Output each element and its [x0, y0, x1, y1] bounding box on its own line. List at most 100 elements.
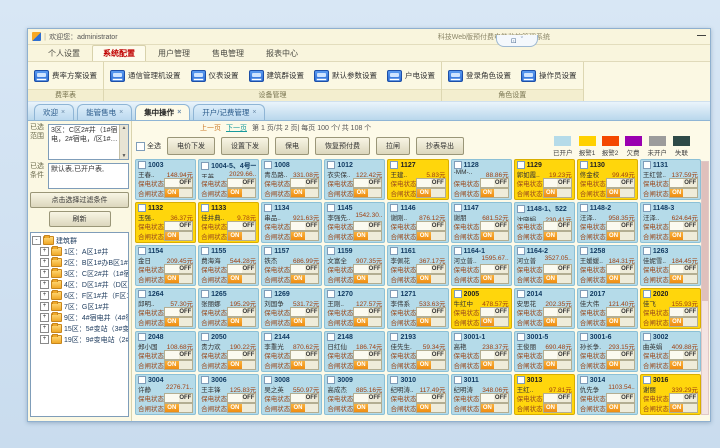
card-checkbox[interactable] — [580, 376, 588, 384]
meter-card[interactable]: 3011纪明涛348.06元保电状态OFF合闸状态ON — [451, 374, 512, 415]
meter-card[interactable]: 1130佟金校99.49元保电状态OFF合闸状态ON — [577, 159, 638, 200]
power-protect-toggle[interactable]: OFF — [669, 221, 698, 231]
tree-item-9[interactable]: +19区：9#变电站（2# — [32, 334, 127, 345]
meter-card[interactable]: 3004许静2276.71..保电状态OFF合闸状态ON — [135, 374, 196, 415]
power-protect-toggle[interactable]: OFF — [669, 350, 698, 360]
card-checkbox[interactable] — [454, 161, 462, 169]
switch-state-toggle[interactable]: ON — [227, 274, 256, 284]
switch-state-toggle[interactable]: ON — [290, 403, 319, 413]
switch-state-toggle[interactable]: ON — [669, 274, 698, 284]
card-checkbox[interactable] — [201, 204, 209, 212]
selected-condition-box[interactable]: 默认表,已开户表, — [48, 163, 129, 189]
power-protect-toggle[interactable]: OFF — [543, 264, 572, 274]
meter-card[interactable]: 1003王春..148.94元保电状态OFF合闸状态ON — [135, 159, 196, 200]
choose-filter-button[interactable]: 点击选择过滤条件 — [30, 192, 129, 208]
switch-state-toggle[interactable]: ON — [164, 274, 193, 284]
switch-state-toggle[interactable]: ON — [480, 231, 509, 241]
meter-card[interactable]: 1129郭如霞..19.23元保电状态OFF合闸状态ON — [514, 159, 575, 200]
switch-state-toggle[interactable]: ON — [290, 231, 319, 241]
toolbar-button-2[interactable]: 设置下发 — [221, 137, 269, 155]
quick-access-pill[interactable]: ⊡ ˇ — [496, 35, 538, 47]
power-protect-toggle[interactable]: OFF — [606, 221, 635, 231]
meter-card[interactable]: 3001-5王俊丽690.48元保电状态OFF合闸状态ON — [514, 331, 575, 372]
switch-state-toggle[interactable]: ON — [480, 188, 509, 198]
card-checkbox[interactable] — [454, 376, 462, 384]
close-icon[interactable]: × — [61, 109, 65, 116]
meter-card[interactable]: 2050贵力欢190.22元保电状态OFF合闸状态ON — [198, 331, 259, 372]
meter-card[interactable]: 3001-6孙长争.293.15元保电状态OFF合闸状态ON — [577, 331, 638, 372]
meter-card[interactable]: 2020佳飞155.93元保电状态OFF合闸状态ON — [640, 288, 701, 329]
power-protect-toggle[interactable]: OFF — [606, 350, 635, 360]
switch-state-toggle[interactable]: ON — [416, 317, 445, 327]
meter-card[interactable]: 2148日红仙186.74元保电状态OFF合闸状态ON — [324, 331, 385, 372]
power-protect-toggle[interactable]: OFF — [353, 393, 382, 403]
power-protect-toggle[interactable]: OFF — [164, 178, 193, 188]
switch-state-toggle[interactable]: ON — [227, 231, 256, 241]
power-protect-toggle[interactable]: OFF — [480, 221, 509, 231]
power-protect-toggle[interactable]: OFF — [669, 178, 698, 188]
meter-card[interactable]: 1164-1河立普..1595.67..保电状态OFF合闸状态ON — [451, 245, 512, 286]
switch-state-toggle[interactable]: ON — [290, 274, 319, 284]
power-protect-toggle[interactable]: OFF — [290, 221, 319, 231]
switch-state-toggle[interactable]: ON — [669, 403, 698, 413]
switch-state-toggle[interactable]: ON — [543, 360, 572, 370]
switch-state-toggle[interactable]: ON — [543, 403, 572, 413]
meter-card[interactable]: 3002曲英娟409.88元保电状态OFF合闸状态ON — [640, 331, 701, 372]
switch-state-toggle[interactable]: ON — [290, 360, 319, 370]
ribbon-tab-5[interactable]: 报表中心 — [256, 46, 308, 61]
power-protect-toggle[interactable]: OFF — [480, 307, 509, 317]
ribbon-button-2-3[interactable]: 建筑群设置 — [249, 70, 305, 82]
card-checkbox[interactable] — [264, 376, 272, 384]
power-protect-toggle[interactable]: OFF — [480, 350, 509, 360]
power-protect-toggle[interactable]: OFF — [669, 264, 698, 274]
power-protect-toggle[interactable]: OFF — [164, 221, 193, 231]
plus-box-icon[interactable]: + — [40, 291, 49, 300]
switch-state-toggle[interactable]: ON — [164, 317, 193, 327]
tree-item-3[interactable]: +3区：C区2#井（1#宿 — [32, 268, 127, 279]
switch-state-toggle[interactable]: ON — [353, 317, 382, 327]
meter-card[interactable]: 1133佳井典..9.78元保电状态OFF合闸状态ON — [198, 202, 259, 243]
ribbon-button-2-5[interactable]: 户电设置 — [387, 70, 435, 82]
ribbon-button-2-1[interactable]: 通信管理机设置 — [110, 70, 181, 82]
meter-card[interactable]: 1164-2河立普3527.05..保电状态OFF合闸状态ON — [514, 245, 575, 286]
switch-state-toggle[interactable]: ON — [669, 231, 698, 241]
switch-state-toggle[interactable]: ON — [669, 317, 698, 327]
meter-card[interactable]: 1148-1、522沈晓娟230.41元保电状态OFF合闸状态ON — [514, 202, 575, 243]
power-protect-toggle[interactable]: OFF — [416, 350, 445, 360]
meter-card[interactable]: 1157铁杰686.99元保电状态OFF合闸状态ON — [261, 245, 322, 286]
switch-state-toggle[interactable]: ON — [290, 188, 319, 198]
power-protect-toggle[interactable]: OFF — [353, 264, 382, 274]
card-checkbox[interactable] — [201, 333, 209, 341]
meter-card[interactable]: 2048郑小国108.68元保电状态OFF合闸状态ON — [135, 331, 196, 372]
power-protect-toggle[interactable]: OFF — [164, 393, 193, 403]
meter-card[interactable]: 1269刘国争531.72元保电状态OFF合闸状态ON — [261, 288, 322, 329]
switch-state-toggle[interactable]: ON — [353, 274, 382, 284]
tree-item-1[interactable]: +1区：A区1#井 — [32, 246, 127, 257]
next-page-link[interactable]: 下一页 — [226, 123, 247, 133]
doc-tab-2[interactable]: 能管售电× — [77, 104, 132, 120]
switch-state-toggle[interactable]: ON — [227, 317, 256, 327]
card-checkbox[interactable] — [264, 204, 272, 212]
power-protect-toggle[interactable]: OFF — [543, 307, 572, 317]
switch-state-toggle[interactable]: ON — [227, 403, 256, 413]
switch-state-toggle[interactable]: ON — [480, 403, 509, 413]
tree-item-7[interactable]: +9区：4#宿电井（4#宿 — [32, 312, 127, 323]
scroll-up-icon[interactable]: ▲ — [122, 125, 127, 132]
switch-state-toggle[interactable]: ON — [416, 188, 445, 198]
card-checkbox[interactable] — [580, 333, 588, 341]
tree-item-5[interactable]: +6区：F区1#井（F区1# — [32, 290, 127, 301]
minus-box-icon[interactable]: - — [32, 236, 41, 245]
power-protect-toggle[interactable]: OFF — [606, 307, 635, 317]
ribbon-button-3-1[interactable]: 登录角色设置 — [448, 70, 511, 82]
scroll-down-icon[interactable]: ▼ — [122, 153, 127, 160]
meter-card[interactable]: 1004-5、4号一王英2029.66..保电状态OFF合闸状态ON — [198, 159, 259, 200]
card-checkbox[interactable] — [138, 247, 146, 255]
card-checkbox[interactable] — [390, 161, 398, 169]
power-protect-toggle[interactable]: OFF — [227, 264, 256, 274]
card-checkbox[interactable] — [327, 204, 335, 212]
switch-state-toggle[interactable]: ON — [480, 360, 509, 370]
power-protect-toggle[interactable]: OFF — [353, 221, 382, 231]
meter-card[interactable]: 1270王刚..127.57元保电状态OFF合闸状态ON — [324, 288, 385, 329]
card-checkbox[interactable] — [643, 290, 651, 298]
power-protect-toggle[interactable]: OFF — [353, 178, 382, 188]
